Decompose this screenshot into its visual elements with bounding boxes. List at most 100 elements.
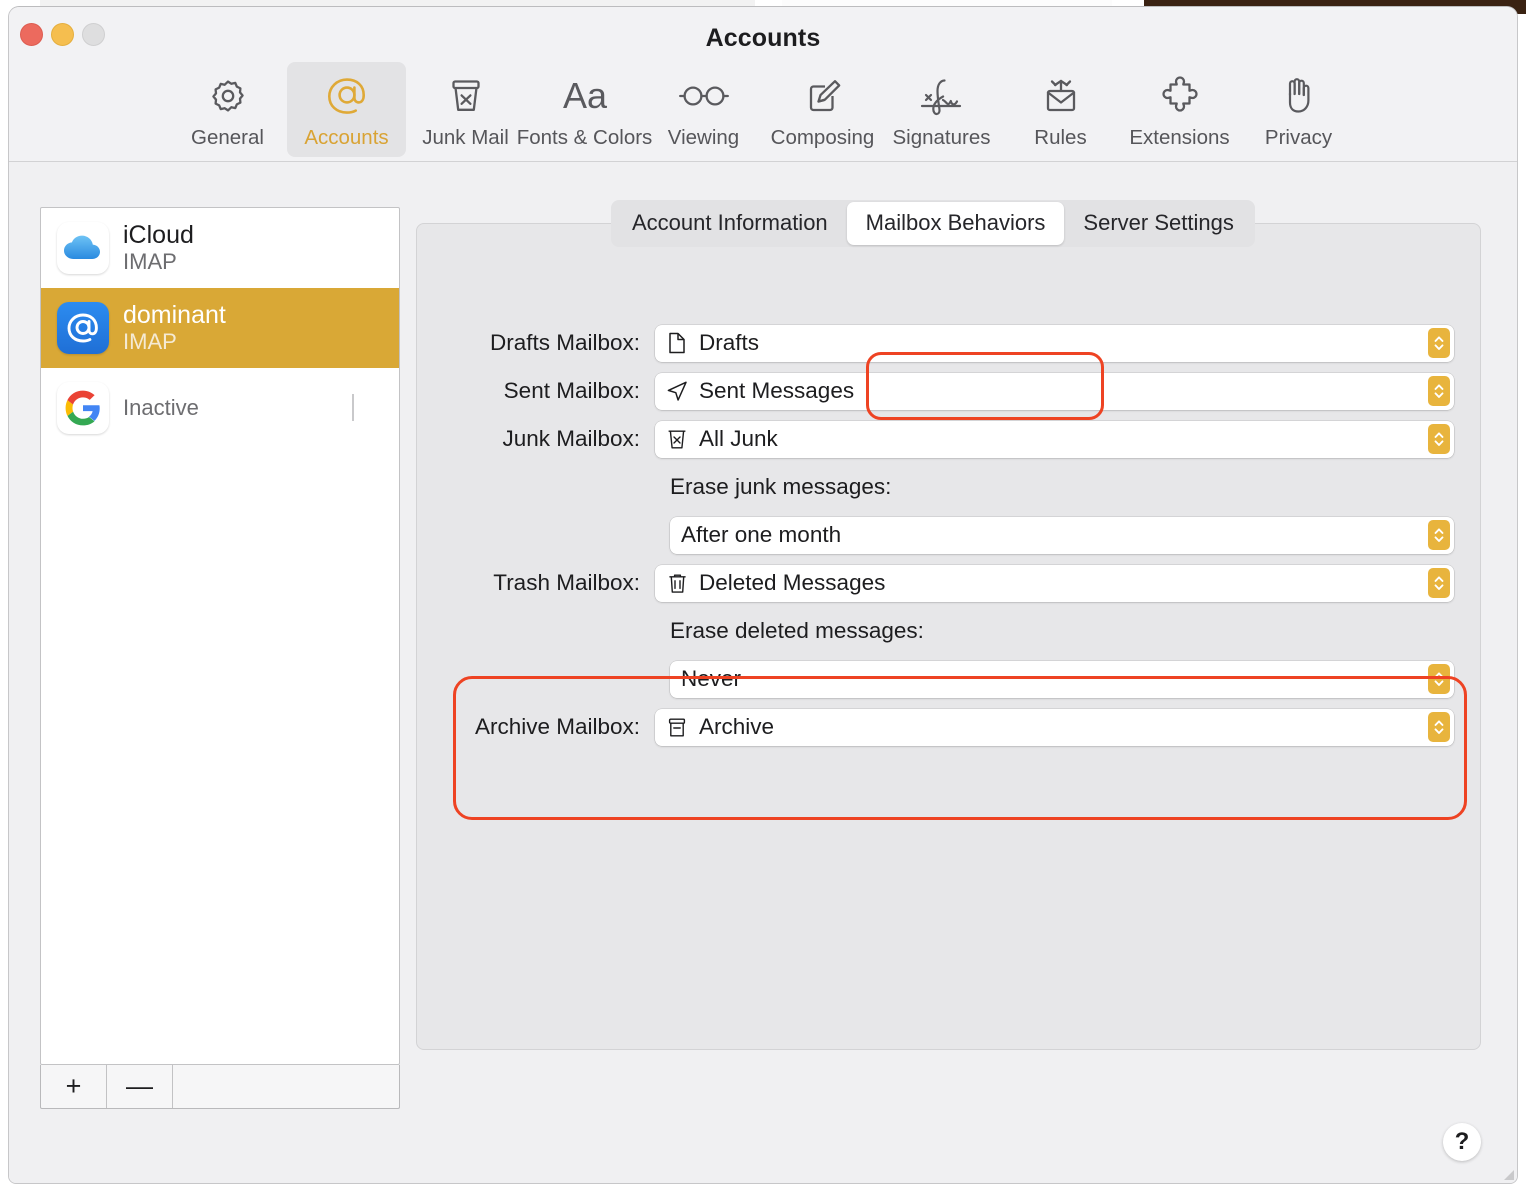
at-sign-icon — [324, 71, 370, 121]
row-trash-mailbox: Trash Mailbox: Deleted Messages — [465, 559, 1454, 607]
toolbar-item-rules[interactable]: Rules — [1001, 62, 1120, 157]
account-type: Inactive — [123, 395, 199, 421]
archive-mailbox-stepper[interactable] — [1428, 712, 1450, 742]
help-button[interactable]: ? — [1443, 1123, 1481, 1161]
junk-mailbox-stepper[interactable] — [1428, 424, 1450, 454]
row-drafts-mailbox: Drafts Mailbox: Drafts — [465, 319, 1454, 367]
junk-trash-icon — [445, 71, 487, 121]
tab-account-information[interactable]: Account Information — [613, 202, 847, 245]
preferences-toolbar: General Accounts Junk Mail Aa Fonts & Co… — [9, 62, 1517, 157]
tab-server-settings[interactable]: Server Settings — [1064, 202, 1252, 245]
gear-icon — [206, 71, 250, 121]
window-title: Accounts — [705, 24, 821, 52]
toolbar-item-viewing[interactable]: Viewing — [644, 62, 763, 157]
account-row-icloud[interactable]: iCloud IMAP — [41, 208, 399, 288]
drafts-mailbox-stepper[interactable] — [1428, 328, 1450, 358]
account-text-dominant: dominant IMAP — [123, 301, 226, 355]
erase-junk-value: After one month — [681, 522, 842, 547]
archive-mailbox-popup[interactable]: Archive — [655, 708, 1454, 746]
label-archive-mailbox: Archive Mailbox: — [474, 714, 640, 739]
paper-plane-icon — [666, 380, 688, 402]
account-name: dominant — [123, 301, 226, 330]
label-erase-deleted-messages: Erase deleted messages: — [670, 618, 924, 643]
toolbar-item-junk-mail[interactable]: Junk Mail — [406, 62, 525, 157]
accounts-list[interactable]: iCloud IMAP dominant IMAP Inactive — [40, 207, 400, 1065]
sent-mailbox-popup[interactable]: Sent Messages — [655, 372, 1454, 410]
glasses-icon — [677, 71, 731, 121]
row-erase-junk-caption: Erase junk messages: — [465, 463, 1454, 511]
account-text-icloud: iCloud IMAP — [123, 221, 194, 275]
junk-mailbox-value: All Junk — [699, 426, 778, 451]
sent-mailbox-stepper[interactable] — [1428, 376, 1450, 406]
hand-icon — [1279, 71, 1319, 121]
mail-preferences-window: Accounts General Accounts Junk Mail Aa F… — [8, 6, 1518, 1184]
svg-text:Aa: Aa — [562, 75, 607, 116]
sent-mailbox-value: Sent Messages — [699, 378, 855, 403]
label-trash-mailbox: Trash Mailbox: — [493, 570, 640, 595]
label-erase-junk-messages: Erase junk messages: — [670, 474, 892, 499]
rules-envelope-icon — [1039, 71, 1083, 121]
toolbar-label-signatures: Signatures — [892, 126, 991, 149]
account-name: iCloud — [123, 221, 194, 250]
row-sent-mailbox: Sent Mailbox: Sent Messages — [465, 367, 1454, 415]
toolbar-label-composing: Composing — [770, 126, 875, 149]
puzzle-piece-icon — [1157, 71, 1203, 121]
add-account-button[interactable]: + — [41, 1065, 107, 1108]
trash-icon — [666, 572, 688, 594]
row-archive-mailbox: Archive Mailbox: Archive — [465, 703, 1454, 751]
document-icon — [666, 332, 688, 354]
toolbar-item-privacy[interactable]: Privacy — [1239, 62, 1358, 157]
trash-mailbox-popup[interactable]: Deleted Messages — [655, 564, 1454, 602]
row-erase-deleted-popup: Never — [465, 655, 1454, 703]
toolbar-label-viewing: Viewing — [667, 126, 740, 149]
google-icon — [57, 382, 109, 434]
toolbar-label-accounts: Accounts — [304, 126, 389, 149]
archive-box-icon — [666, 716, 688, 738]
toolbar-item-composing[interactable]: Composing — [763, 62, 882, 157]
erase-deleted-popup[interactable]: Never — [670, 660, 1454, 698]
drafts-mailbox-value: Drafts — [699, 330, 760, 355]
toolbar-item-extensions[interactable]: Extensions — [1120, 62, 1239, 157]
toolbar-label-extensions: Extensions — [1129, 126, 1230, 149]
window-titlebar: Accounts General Accounts Junk Mail Aa F… — [9, 7, 1517, 162]
erase-junk-popup[interactable]: After one month — [670, 516, 1454, 554]
toolbar-label-privacy: Privacy — [1264, 126, 1333, 149]
accounts-list-footer: + — — [40, 1065, 400, 1109]
row-junk-mailbox: Junk Mailbox: All Junk — [465, 415, 1454, 463]
remove-account-button[interactable]: — — [107, 1065, 173, 1108]
list-text-caret — [352, 394, 354, 421]
junk-mailbox-popup[interactable]: All Junk — [655, 420, 1454, 458]
account-row-google[interactable]: Inactive — [41, 368, 399, 448]
toolbar-label-junk-mail: Junk Mail — [422, 126, 509, 149]
font-aa-icon: Aa — [557, 71, 613, 121]
at-mail-icon — [57, 302, 109, 354]
row-erase-deleted-caption: Erase deleted messages: — [465, 607, 1454, 655]
toolbar-label-fonts-colors: Fonts & Colors — [516, 126, 653, 149]
drafts-mailbox-popup[interactable]: Drafts — [655, 324, 1454, 362]
account-row-dominant[interactable]: dominant IMAP — [41, 288, 399, 368]
account-detail-panel: Drafts Mailbox: Drafts Sent Mailbox: Sen… — [416, 223, 1481, 1050]
account-type: IMAP — [123, 249, 177, 275]
toolbar-item-signatures[interactable]: Signatures — [882, 62, 1001, 157]
label-drafts-mailbox: Drafts Mailbox: — [489, 330, 640, 355]
mailbox-behaviors-form: Drafts Mailbox: Drafts Sent Mailbox: Sen… — [417, 319, 1480, 751]
archive-mailbox-value: Archive — [699, 714, 775, 739]
toolbar-item-general[interactable]: General — [168, 62, 287, 157]
junk-trash-icon — [666, 428, 688, 450]
trash-mailbox-stepper[interactable] — [1428, 568, 1450, 598]
toolbar-label-rules: Rules — [1034, 126, 1087, 149]
footer-spacer — [173, 1065, 399, 1108]
erase-junk-stepper[interactable] — [1428, 520, 1450, 550]
toolbar-item-fonts-colors[interactable]: Aa Fonts & Colors — [517, 62, 653, 157]
toolbar-label-general: General — [191, 126, 264, 149]
erase-deleted-stepper[interactable] — [1428, 664, 1450, 694]
account-type: IMAP — [123, 329, 177, 355]
compose-pencil-icon — [801, 71, 845, 121]
label-sent-mailbox: Sent Mailbox: — [503, 378, 640, 403]
tab-mailbox-behaviors[interactable]: Mailbox Behaviors — [846, 202, 1065, 245]
window-resize-grip[interactable] — [1501, 1167, 1515, 1181]
erase-deleted-value: Never — [681, 666, 742, 691]
toolbar-item-accounts[interactable]: Accounts — [287, 62, 406, 157]
label-junk-mailbox: Junk Mailbox: — [502, 426, 640, 451]
preferences-body: iCloud IMAP dominant IMAP Inactive + — D… — [9, 162, 1517, 1183]
